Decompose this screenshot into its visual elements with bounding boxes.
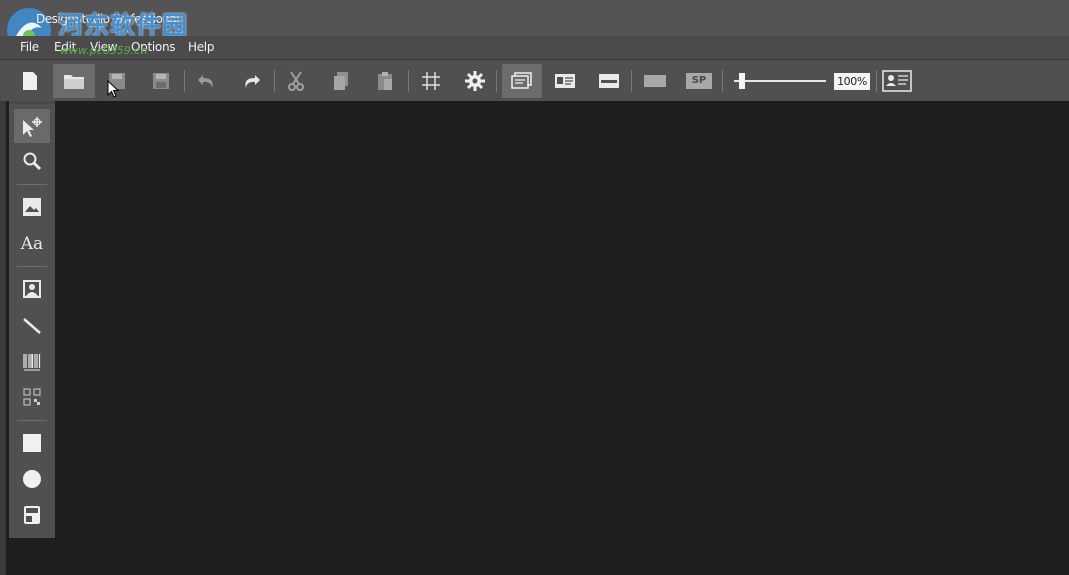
card-back-button[interactable] bbox=[592, 64, 626, 98]
copy-button[interactable] bbox=[324, 64, 358, 98]
redo-icon bbox=[245, 75, 260, 88]
grid-button[interactable] bbox=[414, 64, 448, 98]
sp-icon: SP bbox=[686, 73, 712, 89]
menu-file[interactable]: File bbox=[20, 40, 39, 54]
barcode-icon bbox=[23, 354, 41, 371]
settings-button[interactable] bbox=[458, 64, 492, 98]
new-document-button[interactable] bbox=[13, 64, 47, 98]
card-view-button[interactable] bbox=[502, 64, 542, 98]
tool-palette: Aa bbox=[9, 104, 55, 538]
blank-card-icon bbox=[644, 75, 666, 87]
photo-tool[interactable] bbox=[14, 272, 50, 306]
menu-help[interactable]: Help bbox=[188, 40, 214, 54]
zoom-tool[interactable] bbox=[14, 144, 50, 178]
title-bar: DesignStudio Professional 河东软件园 bbox=[0, 0, 1069, 52]
ellipse-tool[interactable] bbox=[14, 462, 50, 496]
save-as-button[interactable] bbox=[144, 64, 178, 98]
card-front-button[interactable] bbox=[548, 64, 582, 98]
text-icon: Aa bbox=[20, 234, 44, 254]
text-tool[interactable]: Aa bbox=[14, 227, 50, 261]
barcode-tool[interactable] bbox=[14, 345, 50, 379]
qr-code-icon bbox=[23, 388, 41, 406]
gear-icon bbox=[465, 71, 485, 91]
line-tool[interactable] bbox=[14, 309, 50, 343]
stamp-tool[interactable] bbox=[14, 498, 50, 532]
open-folder-icon bbox=[64, 75, 84, 89]
zoom-slider-track bbox=[734, 80, 826, 82]
paste-button[interactable] bbox=[368, 64, 402, 98]
card-layers-icon bbox=[511, 72, 532, 89]
undo-icon bbox=[198, 75, 213, 88]
rectangle-icon bbox=[23, 434, 41, 452]
stamp-icon bbox=[24, 506, 40, 524]
image-icon bbox=[23, 198, 41, 216]
new-document-icon bbox=[23, 72, 37, 90]
main-toolbar: SP 100% bbox=[0, 61, 1069, 101]
design-canvas[interactable] bbox=[55, 101, 1069, 575]
open-button[interactable] bbox=[53, 64, 95, 98]
line-icon bbox=[23, 318, 41, 334]
rectangle-tool[interactable] bbox=[14, 426, 50, 460]
zoom-level[interactable]: 100% bbox=[834, 73, 870, 90]
select-tool[interactable] bbox=[14, 109, 50, 143]
zoom-slider[interactable] bbox=[734, 73, 826, 89]
sp-button[interactable]: SP bbox=[682, 64, 716, 98]
card-front-icon bbox=[555, 74, 575, 88]
canvas-lower-left bbox=[9, 538, 55, 575]
save-as-icon bbox=[153, 73, 169, 89]
circle-icon bbox=[23, 470, 41, 488]
menu-bar: File Edit View Options Help bbox=[0, 36, 1069, 60]
zoom-slider-handle[interactable] bbox=[739, 73, 745, 89]
id-card-preview-button[interactable] bbox=[880, 64, 914, 98]
blank-card-button[interactable] bbox=[638, 64, 672, 98]
select-move-icon bbox=[23, 117, 42, 137]
undo-button[interactable] bbox=[190, 64, 224, 98]
qr-code-tool[interactable] bbox=[14, 380, 50, 414]
id-card-icon bbox=[882, 70, 912, 92]
paste-icon bbox=[378, 72, 392, 90]
card-back-icon bbox=[599, 74, 619, 88]
magnifier-icon bbox=[23, 152, 42, 171]
portrait-icon bbox=[23, 280, 41, 298]
scissors-icon bbox=[288, 71, 304, 91]
redo-button[interactable] bbox=[234, 64, 268, 98]
mouse-cursor-icon bbox=[107, 80, 119, 98]
watermark-url: www.pc0359.cn bbox=[60, 44, 148, 57]
grid-icon bbox=[422, 72, 440, 90]
copy-icon bbox=[334, 72, 348, 90]
cut-button[interactable] bbox=[279, 64, 313, 98]
image-tool[interactable] bbox=[14, 190, 50, 224]
